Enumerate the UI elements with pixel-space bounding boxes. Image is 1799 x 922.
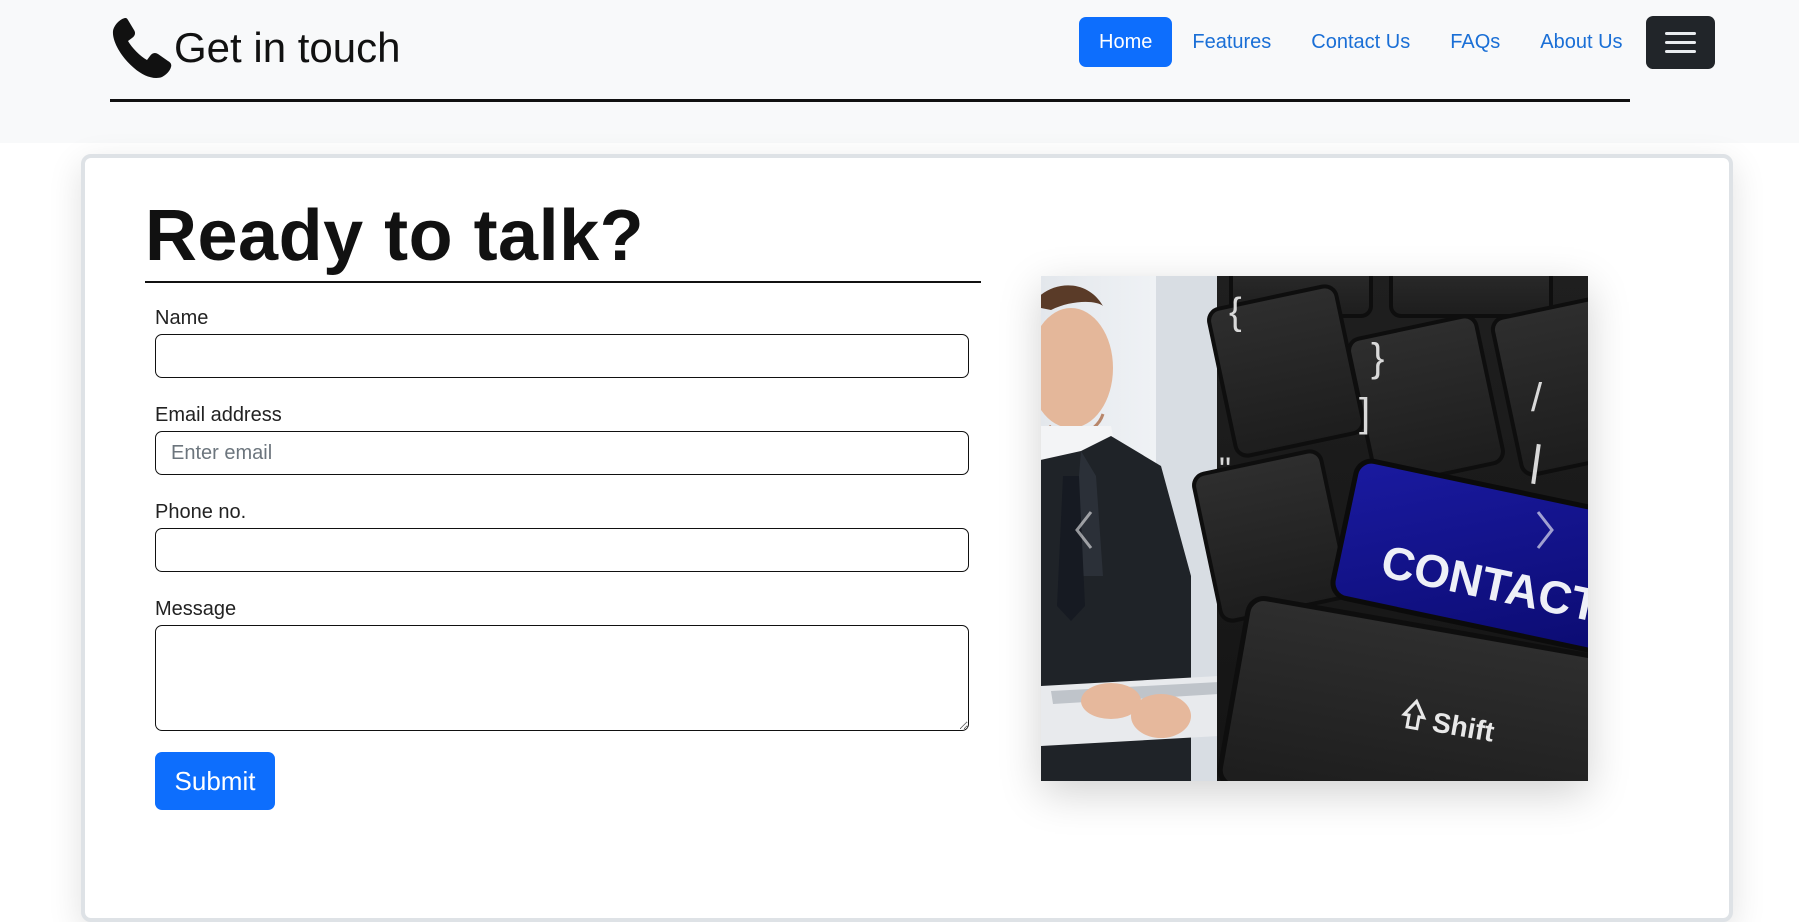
nav-link-home[interactable]: Home	[1079, 17, 1173, 67]
carousel-prev-button[interactable]	[1069, 508, 1099, 552]
phone-input[interactable]	[155, 528, 969, 572]
nav-link-features[interactable]: Features	[1172, 17, 1291, 67]
hamburger-menu-icon	[1665, 32, 1696, 35]
title-divider	[145, 281, 981, 283]
name-label: Name	[155, 307, 209, 329]
brand-divider	[110, 99, 1630, 102]
submit-button[interactable]: Submit	[155, 752, 275, 810]
phone-label: Phone no.	[155, 501, 247, 523]
businessman-with-tablet-image	[1041, 276, 1219, 781]
nav-link-about-us[interactable]: About Us	[1520, 17, 1642, 67]
svg-text:": "	[1219, 451, 1231, 489]
svg-text:]: ]	[1359, 391, 1370, 435]
carousel-slide-image: CONTACT Shift { } ] / "	[1041, 276, 1588, 781]
nav-link-faqs[interactable]: FAQs	[1430, 17, 1520, 67]
email-input[interactable]	[155, 431, 969, 475]
nav-link-contact-us[interactable]: Contact Us	[1291, 17, 1430, 67]
top-navbar: Get in touch Home Features Contact Us FA…	[0, 0, 1799, 143]
page-title: Ready to talk?	[145, 196, 645, 276]
svg-text:}: }	[1371, 336, 1384, 380]
svg-text:/: /	[1531, 376, 1543, 420]
chevron-right-icon	[1536, 511, 1554, 549]
brand[interactable]: Get in touch	[110, 16, 400, 80]
keyboard-contact-key-image: CONTACT Shift { } ] / "	[1192, 276, 1588, 781]
nav-links: Home Features Contact Us FAQs About Us	[1079, 17, 1643, 67]
brand-title: Get in touch	[174, 24, 401, 71]
image-carousel: CONTACT Shift { } ] / "	[1041, 276, 1588, 781]
phone-icon	[110, 16, 174, 80]
name-input[interactable]	[155, 334, 969, 378]
email-label: Email address	[155, 404, 282, 426]
chevron-left-icon	[1075, 511, 1093, 549]
svg-text:{: {	[1229, 291, 1242, 333]
message-textarea[interactable]	[155, 625, 969, 731]
message-label: Message	[155, 598, 237, 620]
carousel-next-button[interactable]	[1530, 508, 1560, 552]
navbar-toggler-button[interactable]	[1646, 16, 1715, 69]
